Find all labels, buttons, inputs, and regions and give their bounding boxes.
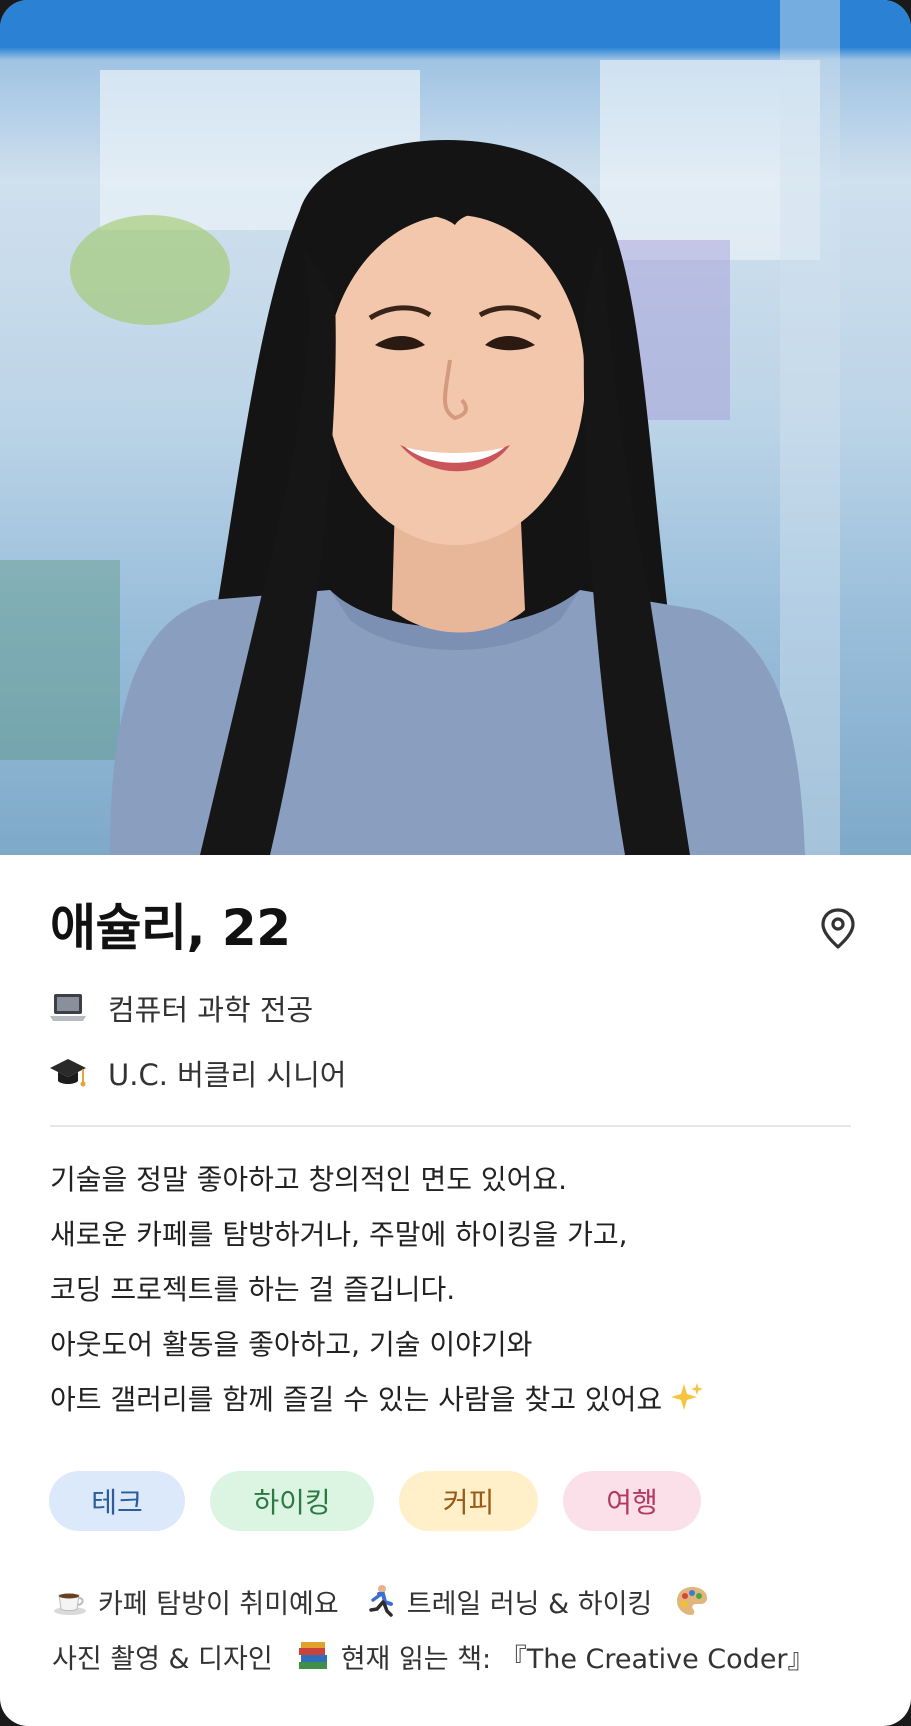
section-divider bbox=[50, 1125, 851, 1127]
bio-line-last: 아트 갤러리를 함께 즐길 수 있는 사람을 찾고 있어요 bbox=[50, 1372, 870, 1427]
profile-card: 애슐리, 22 컴퓨터 과학 전공 U.C. 버클리 시니어 기술을 정말 좋아… bbox=[0, 0, 911, 1726]
interest-tags: 테크 하이킹 커피 여행 bbox=[49, 1471, 726, 1531]
palette-icon bbox=[677, 1587, 708, 1615]
tag-hiking[interactable]: 하이킹 bbox=[210, 1471, 374, 1531]
laptop-icon bbox=[50, 994, 86, 1021]
tag-travel[interactable]: 여행 bbox=[563, 1471, 701, 1531]
bio-line: 기술을 정말 좋아하고 창의적인 면도 있어요. bbox=[50, 1163, 568, 1196]
highlight-photo: 사진 촬영 & 디자인 bbox=[52, 1643, 273, 1675]
books-icon bbox=[298, 1642, 327, 1669]
tag-coffee[interactable]: 커피 bbox=[399, 1471, 538, 1531]
coffee-icon bbox=[54, 1593, 86, 1615]
bio-line-text: 아트 갤러리를 함께 즐길 수 있는 사람을 찾고 있어요 bbox=[50, 1383, 663, 1416]
highlight-cafe: 카페 탐방이 취미예요 bbox=[98, 1588, 339, 1620]
highlight-book: 현재 읽는 책: 『The Creative Coder』 bbox=[340, 1643, 815, 1675]
highlights-row-2: 사진 촬영 & 디자인 현재 읽는 책: 『The Creative Coder… bbox=[52, 1634, 815, 1678]
bio-line: 아웃도어 활동을 좋아하고, 기술 이야기와 bbox=[50, 1328, 533, 1361]
bio-text: 기술을 정말 좋아하고 창의적인 면도 있어요. 새로운 카페를 탐방하거나, … bbox=[50, 1152, 870, 1427]
sparkles-icon bbox=[671, 1383, 704, 1410]
major-text: 컴퓨터 과학 전공 bbox=[108, 993, 314, 1027]
profile-photo-illustration bbox=[0, 0, 911, 855]
graduation-cap-icon bbox=[50, 1059, 86, 1087]
bio-line: 새로운 카페를 탐방하거나, 주말에 하이킹을 가고, bbox=[50, 1218, 628, 1251]
tag-tech[interactable]: 테크 bbox=[49, 1471, 185, 1531]
major-row: 컴퓨터 과학 전공 bbox=[48, 986, 313, 1030]
bio-line: 코딩 프로젝트를 하는 걸 즐깁니다. bbox=[50, 1273, 456, 1306]
location-pin-icon bbox=[821, 908, 855, 949]
highlights-row-1: 카페 탐방이 취미예요 트레일 러닝 & 하이킹 bbox=[52, 1579, 720, 1623]
highlight-trail: 트레일 러닝 & 하이킹 bbox=[406, 1588, 653, 1620]
profile-name-age: 애슐리, 22 bbox=[50, 899, 291, 957]
profile-photo[interactable] bbox=[0, 0, 911, 855]
school-row: U.C. 버클리 시니어 bbox=[48, 1051, 346, 1095]
location-button[interactable] bbox=[818, 906, 858, 950]
runner-icon bbox=[368, 1585, 393, 1617]
school-text: U.C. 버클리 시니어 bbox=[108, 1058, 347, 1092]
